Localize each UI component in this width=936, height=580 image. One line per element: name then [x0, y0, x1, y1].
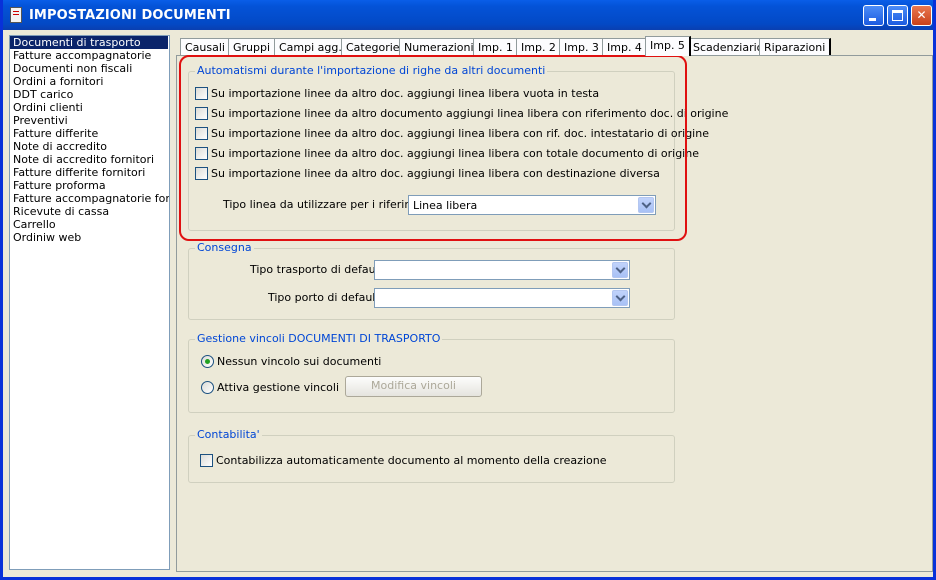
maximize-button[interactable]: [887, 5, 908, 26]
list-item[interactable]: Carrello: [10, 218, 169, 231]
consegna-title: Consegna: [195, 241, 254, 254]
list-item[interactable]: Ordiniw web: [10, 231, 169, 244]
tab-riparazioni[interactable]: Riparazioni: [759, 38, 832, 55]
chevron-down-icon[interactable]: [612, 290, 628, 306]
radio-button[interactable]: [201, 381, 214, 394]
title-bar[interactable]: IMPOSTAZIONI DOCUMENTI ✕: [3, 0, 933, 30]
tab-strip: Causali Gruppi Campi agg. Categorie Nume…: [176, 36, 876, 56]
checkbox[interactable]: [195, 127, 208, 140]
list-item[interactable]: Ordini clienti: [10, 101, 169, 114]
checkbox-label: Su importazione linee da altro doc. aggi…: [211, 127, 709, 140]
window-title: IMPOSTAZIONI DOCUMENTI: [29, 8, 231, 23]
checkbox-label: Su importazione linee da altro doc. aggi…: [211, 167, 660, 180]
consegna-group: Consegna: [188, 241, 675, 320]
contabilita-title: Contabilita': [195, 428, 262, 441]
tab-imp-5[interactable]: Imp. 5: [645, 36, 691, 56]
chevron-down-icon[interactable]: [638, 197, 654, 213]
tipo-porto-select[interactable]: [374, 288, 630, 308]
list-item[interactable]: Fatture proforma: [10, 179, 169, 192]
tab-causali[interactable]: Causali: [180, 38, 231, 55]
list-item[interactable]: Preventivi: [10, 114, 169, 127]
list-item[interactable]: Fatture accompagnatorie: [10, 49, 169, 62]
checkbox[interactable]: [200, 454, 213, 467]
radio-label: Attiva gestione vincoli: [217, 381, 340, 394]
list-item[interactable]: Ordini a fornitori: [10, 75, 169, 88]
close-icon: ✕: [916, 8, 927, 22]
checkbox-label: Su importazione linee da altro doc. aggi…: [211, 147, 699, 160]
list-item[interactable]: DDT carico: [10, 88, 169, 101]
tab-gruppi[interactable]: Gruppi: [228, 38, 277, 55]
list-item[interactable]: Fatture differite fornitori: [10, 166, 169, 179]
checkbox-label: Contabilizza automaticamente documento a…: [216, 454, 607, 467]
list-item[interactable]: Ricevute di cassa: [10, 205, 169, 218]
chevron-down-icon[interactable]: [612, 262, 628, 278]
minimize-icon: [869, 18, 876, 21]
close-button[interactable]: ✕: [911, 5, 932, 26]
tab-imp-3[interactable]: Imp. 3: [559, 38, 605, 55]
radio-button[interactable]: [201, 355, 214, 368]
tab-imp-1[interactable]: Imp. 1: [473, 38, 519, 55]
list-item[interactable]: Documenti di trasporto: [10, 36, 168, 49]
tab-imp-4[interactable]: Imp. 4: [602, 38, 648, 55]
tipo-trasporto-label: Tipo trasporto di default :: [250, 263, 391, 276]
maximize-icon: [892, 10, 903, 21]
tipo-linea-value: Linea libera: [413, 199, 478, 212]
automatismi-title: Automatismi durante l'importazione di ri…: [195, 64, 548, 77]
tab-scadenziario[interactable]: Scadenziario: [688, 38, 770, 55]
modifica-vincoli-button[interactable]: Modifica vincoli: [345, 376, 482, 397]
tab-categorie[interactable]: Categorie: [341, 38, 406, 55]
list-item[interactable]: Documenti non fiscali: [10, 62, 169, 75]
tipo-porto-label: Tipo porto di default :: [268, 291, 387, 304]
tipo-linea-select[interactable]: Linea libera: [408, 195, 656, 215]
list-item[interactable]: Note di accredito: [10, 140, 169, 153]
list-item[interactable]: Note di accredito fornitori: [10, 153, 169, 166]
vincoli-title: Gestione vincoli DOCUMENTI DI TRASPORTO: [195, 332, 443, 345]
list-item[interactable]: Fatture differite: [10, 127, 169, 140]
list-item[interactable]: Fatture accompagnatorie fornitori: [10, 192, 169, 205]
checkbox[interactable]: [195, 167, 208, 180]
tipo-trasporto-select[interactable]: [374, 260, 630, 280]
checkbox-label: Su importazione linee da altro doc. aggi…: [211, 87, 600, 100]
checkbox[interactable]: [195, 87, 208, 100]
checkbox[interactable]: [195, 147, 208, 160]
tab-numerazioni[interactable]: Numerazioni: [399, 38, 480, 55]
tab-campi-agg[interactable]: Campi agg.: [274, 38, 348, 55]
checkbox-label: Su importazione linee da altro documento…: [211, 107, 729, 120]
minimize-button[interactable]: [863, 5, 884, 26]
radio-label: Nessun vincolo sui documenti: [217, 355, 382, 368]
document-type-list[interactable]: Documenti di trasporto Fatture accompagn…: [9, 35, 170, 570]
settings-window: IMPOSTAZIONI DOCUMENTI ✕ Documenti di tr…: [0, 0, 936, 580]
document-icon: [10, 7, 22, 23]
tab-imp-2[interactable]: Imp. 2: [516, 38, 562, 55]
checkbox[interactable]: [195, 107, 208, 120]
